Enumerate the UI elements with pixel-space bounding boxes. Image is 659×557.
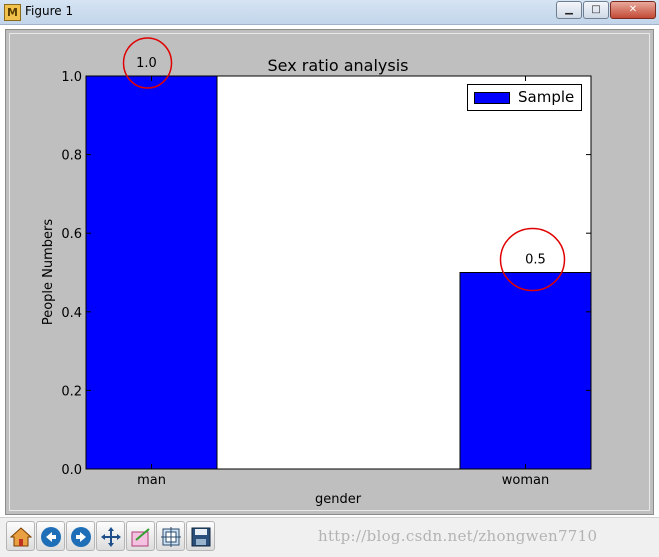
watermark-text: http://blog.csdn.net/zhongwen7710 xyxy=(318,527,598,545)
x-tick-label-man: man xyxy=(137,473,166,488)
legend: Sample xyxy=(467,84,582,111)
legend-swatch-sample xyxy=(474,92,510,104)
bar-man xyxy=(85,75,218,470)
pan-icon xyxy=(101,527,121,547)
y-tick-label-2: 0.4 xyxy=(61,306,82,321)
y-tick-label-0: 0.0 xyxy=(61,463,82,478)
data-label-man: 1.0 xyxy=(136,56,157,71)
y-axis-label: People Numbers xyxy=(41,219,56,326)
chart-title: Sex ratio analysis xyxy=(267,56,408,75)
y-tick-label-4: 0.8 xyxy=(61,149,82,164)
subplot-config-icon xyxy=(161,527,181,547)
x-tick-label-woman: woman xyxy=(502,473,549,488)
forward-button[interactable] xyxy=(66,521,95,551)
back-button[interactable] xyxy=(36,521,65,551)
subplot-config-button[interactable] xyxy=(156,521,185,551)
pan-button[interactable] xyxy=(96,521,125,551)
zoom-icon xyxy=(131,528,150,547)
home-button[interactable] xyxy=(6,521,35,551)
forward-arrow-icon xyxy=(71,527,91,547)
y-tick-label-5: 1.0 xyxy=(61,70,82,85)
legend-label-sample: Sample xyxy=(518,88,575,106)
bar-woman xyxy=(459,272,592,470)
data-label-woman: 0.5 xyxy=(525,253,546,268)
x-axis-label: gender xyxy=(315,492,362,507)
y-tick-label-3: 0.6 xyxy=(61,227,82,242)
save-icon xyxy=(191,527,211,547)
back-arrow-icon xyxy=(41,527,61,547)
home-icon xyxy=(10,527,32,547)
save-button[interactable] xyxy=(186,521,215,551)
zoom-button[interactable] xyxy=(126,521,155,551)
y-tick-label-1: 0.2 xyxy=(61,384,82,399)
